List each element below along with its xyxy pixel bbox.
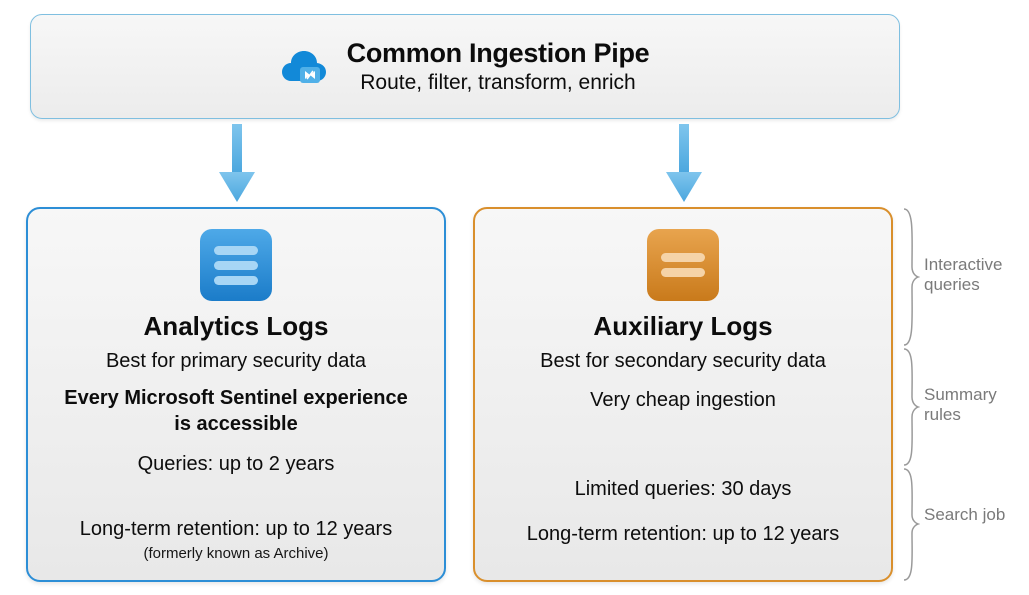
side-label-interactive: Interactive queries [924, 255, 1022, 296]
analytics-subtitle: Best for primary security data [106, 348, 366, 375]
analytics-emphasis: Every Microsoft Sentinel experience is a… [54, 385, 418, 437]
analytics-logs-card: Analytics Logs Best for primary security… [26, 207, 446, 582]
auxiliary-cost: Very cheap ingestion [590, 387, 776, 414]
auxiliary-queries: Limited queries: 30 days [575, 476, 792, 503]
arrow-to-analytics-icon [219, 124, 255, 204]
auxiliary-title: Auxiliary Logs [593, 311, 772, 342]
brace-icon [902, 207, 920, 347]
auxiliary-logs-card: Auxiliary Logs Best for secondary securi… [473, 207, 893, 582]
two-lines-icon [647, 229, 719, 301]
analytics-queries: Queries: up to 2 years [138, 451, 335, 478]
brace-icon [902, 347, 920, 467]
top-subtitle: Route, filter, transform, enrich [347, 71, 650, 95]
auxiliary-subtitle: Best for secondary security data [540, 348, 826, 375]
side-labels-group: Interactive queries Summary rules Search… [902, 207, 1022, 582]
list-lines-icon [200, 229, 272, 301]
top-content: Common Ingestion Pipe Route, filter, tra… [281, 38, 650, 95]
analytics-title: Analytics Logs [144, 311, 329, 342]
brace-icon [902, 467, 920, 582]
cloud-transform-icon [281, 47, 329, 87]
auxiliary-retention: Long-term retention: up to 12 years [527, 521, 839, 548]
top-text-block: Common Ingestion Pipe Route, filter, tra… [347, 38, 650, 95]
analytics-note: (formerly known as Archive) [143, 545, 328, 562]
side-label-summary: Summary rules [924, 385, 1022, 426]
side-label-search: Search job [924, 505, 1005, 525]
arrow-to-auxiliary-icon [666, 124, 702, 204]
analytics-retention: Long-term retention: up to 12 years [80, 516, 392, 543]
common-ingestion-box: Common Ingestion Pipe Route, filter, tra… [30, 14, 900, 119]
top-title: Common Ingestion Pipe [347, 38, 650, 69]
